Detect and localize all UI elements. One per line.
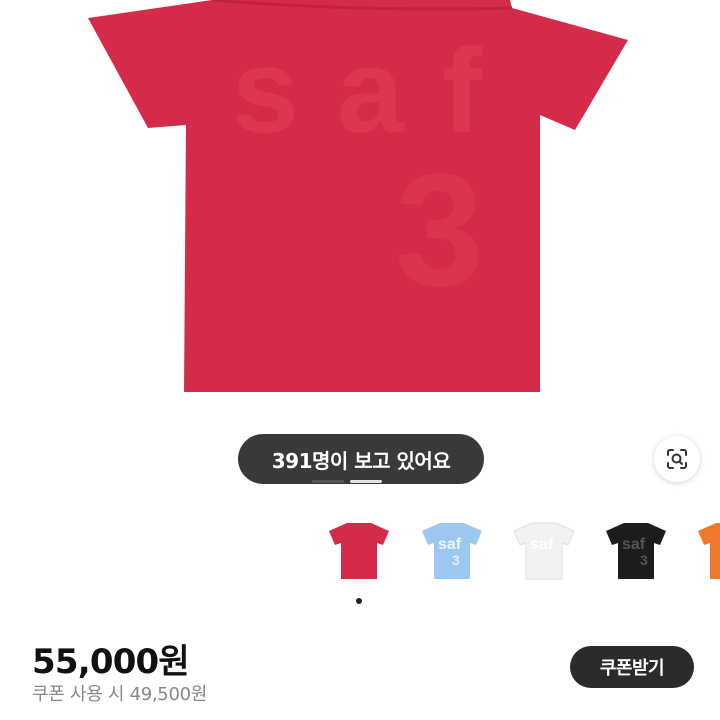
product-price: 55,000원 [32, 642, 190, 682]
get-coupon-label: 쿠폰받기 [599, 658, 665, 679]
coupon-price-text: 쿠폰 사용 시 49,500원 [32, 684, 208, 705]
swatch-black-icon: saf 3 [606, 523, 666, 579]
swatch-shape-red [329, 523, 389, 579]
swatch-red-icon [329, 523, 389, 579]
color-swatch-white[interactable]: saf [508, 515, 580, 587]
swatch-blue-number: 3 [452, 552, 460, 568]
swatch-orange-icon [698, 523, 720, 579]
carousel-indicator-track [350, 480, 382, 483]
color-swatch-black[interactable]: saf 3 [600, 515, 672, 587]
get-coupon-button[interactable]: 쿠폰받기 [570, 646, 694, 688]
tshirt-illustration: saf 3 [88, 0, 628, 392]
swatch-page-dot [356, 598, 362, 604]
viewers-text: 391명이 보고 있어요 [271, 448, 451, 473]
carousel-indicator [312, 480, 382, 483]
swatch-white-text: saf [530, 536, 554, 553]
color-swatch-orange[interactable] [692, 515, 720, 587]
viewers-badge: 391명이 보고 있어요 [238, 434, 484, 484]
swatch-white-icon: saf [513, 522, 575, 580]
image-search-button[interactable] [654, 436, 700, 482]
tshirt-graphic-text: saf [232, 24, 483, 158]
carousel-indicator-active [312, 480, 344, 483]
swatch-blue-icon: saf 3 [422, 523, 482, 579]
swatch-blue-text: saf [438, 536, 462, 553]
tshirt-graphic-number: 3 [395, 140, 484, 319]
swatch-shape-orange [698, 523, 720, 579]
color-swatch-red[interactable] [323, 515, 395, 587]
image-search-icon [667, 449, 687, 469]
swatch-black-text: saf [622, 536, 646, 553]
swatch-black-number: 3 [640, 552, 648, 568]
product-image[interactable]: saf 3 [0, 0, 720, 490]
color-swatch-blue[interactable]: saf 3 [416, 515, 488, 587]
